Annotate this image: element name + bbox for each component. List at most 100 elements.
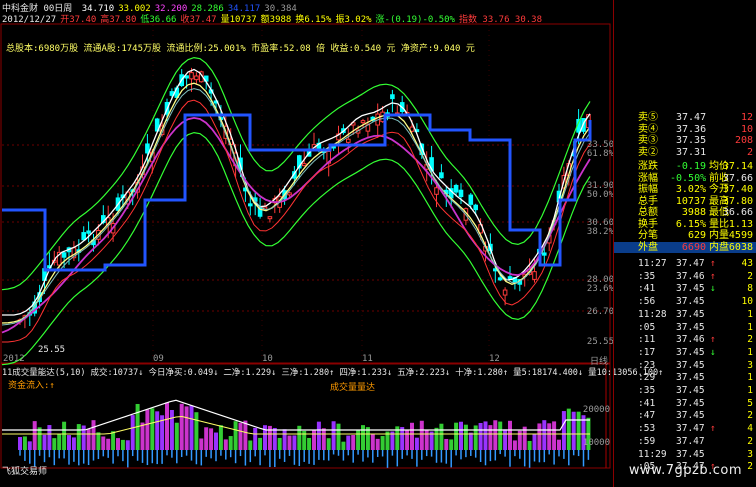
price-label: 26.70 bbox=[586, 307, 614, 317]
boll-lower-line bbox=[1, 131, 591, 366]
tick-time: 11:28 bbox=[638, 308, 667, 320]
ask-volume: 10 bbox=[740, 123, 753, 135]
candle-body bbox=[532, 271, 537, 280]
tick-time: :17 bbox=[638, 346, 656, 358]
tick-row: :41 37.45 ↓ 8 bbox=[614, 283, 756, 294]
tick-volume: 3 bbox=[747, 359, 753, 371]
volume-bar bbox=[214, 432, 218, 450]
candle-body bbox=[346, 138, 351, 143]
stat-value: 37.40 bbox=[722, 184, 753, 195]
volume-bar bbox=[375, 438, 380, 450]
tick-time: :35 bbox=[638, 385, 656, 396]
ask-volume: 12 bbox=[740, 112, 753, 123]
candle-body bbox=[439, 172, 444, 179]
volume-bar bbox=[361, 425, 365, 450]
candle-body bbox=[81, 232, 87, 241]
volume-bar bbox=[145, 409, 150, 450]
quote-field: 振3.02% bbox=[335, 15, 372, 25]
volume-panel-frame bbox=[0, 363, 611, 469]
tick-time: :23 bbox=[638, 359, 656, 371]
volume-bar bbox=[130, 415, 135, 450]
volume-bar bbox=[571, 411, 576, 450]
volume-bar bbox=[228, 436, 233, 450]
stat-key: 换手 bbox=[638, 218, 658, 230]
tick-time: :47 bbox=[638, 410, 656, 422]
candlestick-chart[interactable] bbox=[0, 0, 612, 487]
ask-volume: 208 bbox=[734, 135, 753, 146]
volume-bar bbox=[233, 421, 238, 450]
stat-key: 量比 bbox=[709, 218, 729, 230]
volume-bar bbox=[140, 422, 145, 450]
stat-value: 3988 bbox=[681, 207, 706, 218]
quote-field: 2012/12/27 bbox=[2, 15, 57, 25]
candle-body bbox=[507, 276, 513, 280]
volume-bar bbox=[331, 421, 336, 450]
tick-time: :59 bbox=[638, 435, 656, 447]
tick-volume: 43 bbox=[741, 258, 753, 269]
tick-row: :29 37.45 1 bbox=[614, 372, 756, 383]
tick-price: 37.46 bbox=[676, 270, 705, 282]
tick-time: :35 bbox=[638, 270, 656, 282]
volume-bar bbox=[557, 439, 561, 450]
volume-bar bbox=[209, 428, 214, 450]
stat-value: 36.66 bbox=[722, 207, 753, 218]
tick-volume: 2 bbox=[747, 334, 753, 346]
volume-bar bbox=[174, 422, 179, 450]
tick-time: :29 bbox=[638, 372, 656, 384]
quote-stat-row: 涨幅 -0.50% 前收 37.66 bbox=[614, 173, 756, 184]
stat-value: 6038 bbox=[728, 241, 753, 253]
tick-row: :56 37.45 10 bbox=[614, 296, 756, 307]
candle-body bbox=[473, 204, 478, 211]
stat-value: 629 bbox=[687, 230, 706, 241]
volume-bar bbox=[414, 437, 419, 450]
volume-bar bbox=[326, 438, 331, 450]
candle-body bbox=[468, 194, 474, 205]
price-panel-frame bbox=[0, 23, 611, 364]
quote-stat-row: 总额 3988 最低 36.66 bbox=[614, 207, 756, 218]
tick-arrow: ↑ bbox=[710, 270, 716, 282]
volume-bar bbox=[410, 422, 414, 450]
volume-bar bbox=[184, 406, 189, 450]
tick-price: 37.45 bbox=[676, 283, 705, 295]
volume-bar bbox=[101, 436, 106, 450]
tick-volume: 1 bbox=[747, 346, 753, 358]
volume-bar bbox=[189, 405, 194, 450]
fib-label: 38.2% bbox=[586, 227, 614, 237]
tick-price: 37.45 bbox=[676, 372, 705, 384]
stat-key: 涨幅 bbox=[638, 172, 658, 184]
volume-bar bbox=[106, 438, 111, 450]
stat-value: 37.66 bbox=[722, 172, 753, 184]
volume-bar bbox=[459, 421, 463, 450]
volume-bar bbox=[561, 411, 566, 450]
tick-price: 37.47 bbox=[676, 258, 705, 269]
volume-bar bbox=[204, 427, 209, 450]
watermark: www.7gpzb.com bbox=[628, 463, 742, 478]
tick-row: :35 37.46 ↑ 2 bbox=[614, 271, 756, 282]
fundamentals-info: 总股本:6980万股 流通A股:1745万股 流通比例:25.001% 市盈率:… bbox=[6, 44, 475, 54]
volume-bar bbox=[527, 440, 532, 450]
volume-bar bbox=[155, 411, 160, 450]
volume-bar bbox=[346, 435, 351, 450]
volume-bar bbox=[116, 438, 120, 450]
volume-axis-label: 20000 bbox=[582, 405, 610, 415]
candle-body bbox=[61, 252, 67, 258]
tick-time: :41 bbox=[638, 283, 656, 295]
volume-bar bbox=[512, 440, 517, 450]
tick-time: :56 bbox=[638, 296, 656, 308]
ma-gray-line bbox=[1, 88, 591, 326]
candle-body bbox=[248, 203, 253, 207]
quote-field: 量10737 bbox=[220, 15, 257, 25]
date-label: 10 bbox=[262, 354, 273, 364]
quote-panel: 卖⑤ 37.47 12 卖④ 37.36 10 卖③ 37.35 208 卖② 37.31 2 涨跌 -0… bbox=[613, 0, 756, 487]
stat-value: 6690 bbox=[681, 241, 706, 253]
tick-row: :11 37.46 ↑ 2 bbox=[614, 334, 756, 345]
date-label: 12 bbox=[489, 354, 500, 364]
volume-bar bbox=[542, 420, 547, 450]
tick-volume: 2 bbox=[747, 270, 753, 282]
volume-bar bbox=[282, 429, 287, 450]
volume-bar bbox=[248, 440, 253, 450]
order-book-ask-row: 卖③ 37.35 208 bbox=[614, 135, 756, 146]
stat-value: 4599 bbox=[728, 230, 753, 241]
volume-bar bbox=[503, 429, 508, 450]
ask-price: 37.47 bbox=[676, 112, 707, 123]
